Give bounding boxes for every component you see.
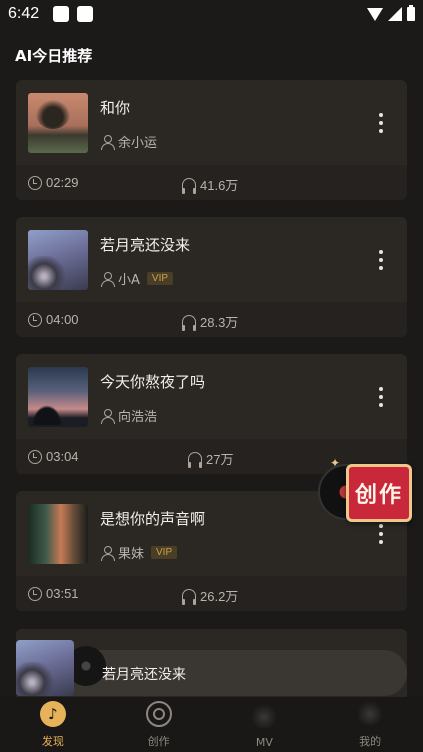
artist-row: 小A VIP (100, 269, 174, 288)
nav-mv[interactable]: MV (212, 697, 318, 752)
artist-row: 余小运 (100, 132, 157, 151)
song-title: 今天你熬夜了吗 (100, 373, 206, 391)
create-disc-icon (145, 701, 172, 727)
song-cover (28, 367, 88, 427)
user-icon (100, 408, 115, 424)
duration-text: 03:51 (46, 586, 79, 601)
play-count-text: 28.3万 (200, 315, 239, 330)
artist-name: 果妹 (118, 547, 145, 562)
clock-icon (28, 175, 42, 190)
vip-badge: VIP (151, 546, 178, 559)
nav-label: 我的 (359, 735, 382, 748)
artist-row: 向浩浩 (100, 406, 157, 425)
song-cover (28, 93, 88, 153)
song-card-footer: 02:29 41.6万 (16, 165, 407, 200)
clock-icon (28, 586, 42, 601)
song-card[interactable]: 和你 余小运 02:29 41.6万 (16, 80, 407, 200)
play-count-text: 41.6万 (200, 178, 239, 193)
battery-icon (407, 5, 415, 21)
notification-app-icon (77, 6, 93, 22)
play-count-text: 26.2万 (200, 589, 239, 604)
headphone-icon (182, 178, 196, 194)
play-count-text: 27万 (206, 452, 234, 467)
user-icon (100, 271, 115, 287)
user-icon (100, 134, 115, 150)
more-options-icon[interactable] (379, 524, 383, 544)
nav-label: MV (255, 736, 273, 749)
duration-text: 04:00 (46, 312, 79, 327)
play-count: 26.2万 (182, 586, 238, 605)
nav-mine[interactable]: 我的 (317, 697, 423, 752)
section-title: AI今日推荐 (15, 47, 93, 65)
nav-discover[interactable]: ♪ 发现 (0, 697, 106, 752)
headphone-icon (182, 589, 196, 605)
music-note-icon: ♪ (39, 701, 66, 727)
artist-name: 余小运 (118, 136, 158, 151)
artist-row: 果妹 VIP (100, 543, 178, 562)
status-time: 6:42 (8, 5, 40, 22)
status-bar: 6:42 (0, 0, 423, 30)
song-title: 和你 (100, 99, 131, 117)
song-title: 若月亮还没来 (100, 236, 191, 254)
duration: 03:51 (28, 586, 79, 601)
song-cover (28, 230, 88, 290)
duration-text: 03:04 (46, 449, 79, 464)
nav-label: 创作 (147, 735, 170, 748)
clock-icon (28, 312, 42, 327)
duration-text: 02:29 (46, 175, 79, 190)
create-button-label[interactable]: 创作 (346, 464, 412, 522)
duration: 02:29 (28, 175, 79, 190)
play-count: 28.3万 (182, 312, 238, 331)
clock-icon (28, 449, 42, 464)
wifi-icon (367, 7, 383, 21)
headphone-icon (188, 452, 202, 468)
bottom-nav: ♪ 发现 创作 MV 我的 (0, 697, 423, 752)
song-title: 是想你的声音啊 (100, 510, 206, 528)
song-card-footer: 03:51 26.2万 (16, 576, 407, 611)
now-playing-bar[interactable]: 若月亮还没来 (16, 640, 407, 696)
now-playing-cover[interactable] (16, 640, 74, 696)
nav-create[interactable]: 创作 (106, 697, 212, 752)
mv-icon (251, 704, 278, 730)
play-count: 27万 (188, 449, 233, 468)
song-card[interactable]: 若月亮还没来 小A VIP 04:00 28.3万 (16, 217, 407, 337)
song-cover (28, 504, 88, 564)
duration: 03:04 (28, 449, 79, 464)
more-options-icon[interactable] (379, 250, 383, 270)
vip-badge: VIP (146, 272, 174, 285)
headphone-icon (182, 315, 196, 331)
artist-name: 向浩浩 (118, 410, 158, 425)
status-icons (367, 5, 415, 21)
create-floating-button[interactable]: ✦ 创作 (318, 456, 414, 526)
profile-icon (357, 701, 384, 727)
now-playing-title: 若月亮还没来 (102, 667, 186, 683)
more-options-icon[interactable] (379, 113, 383, 133)
artist-name: 小A (118, 273, 140, 288)
more-options-icon[interactable] (379, 387, 383, 407)
song-card-footer: 04:00 28.3万 (16, 302, 407, 337)
duration: 04:00 (28, 312, 79, 327)
signal-icon (388, 7, 402, 21)
nav-label: 发现 (41, 735, 64, 748)
notification-app-icon (53, 6, 69, 22)
user-icon (100, 545, 115, 561)
play-count: 41.6万 (182, 175, 238, 194)
